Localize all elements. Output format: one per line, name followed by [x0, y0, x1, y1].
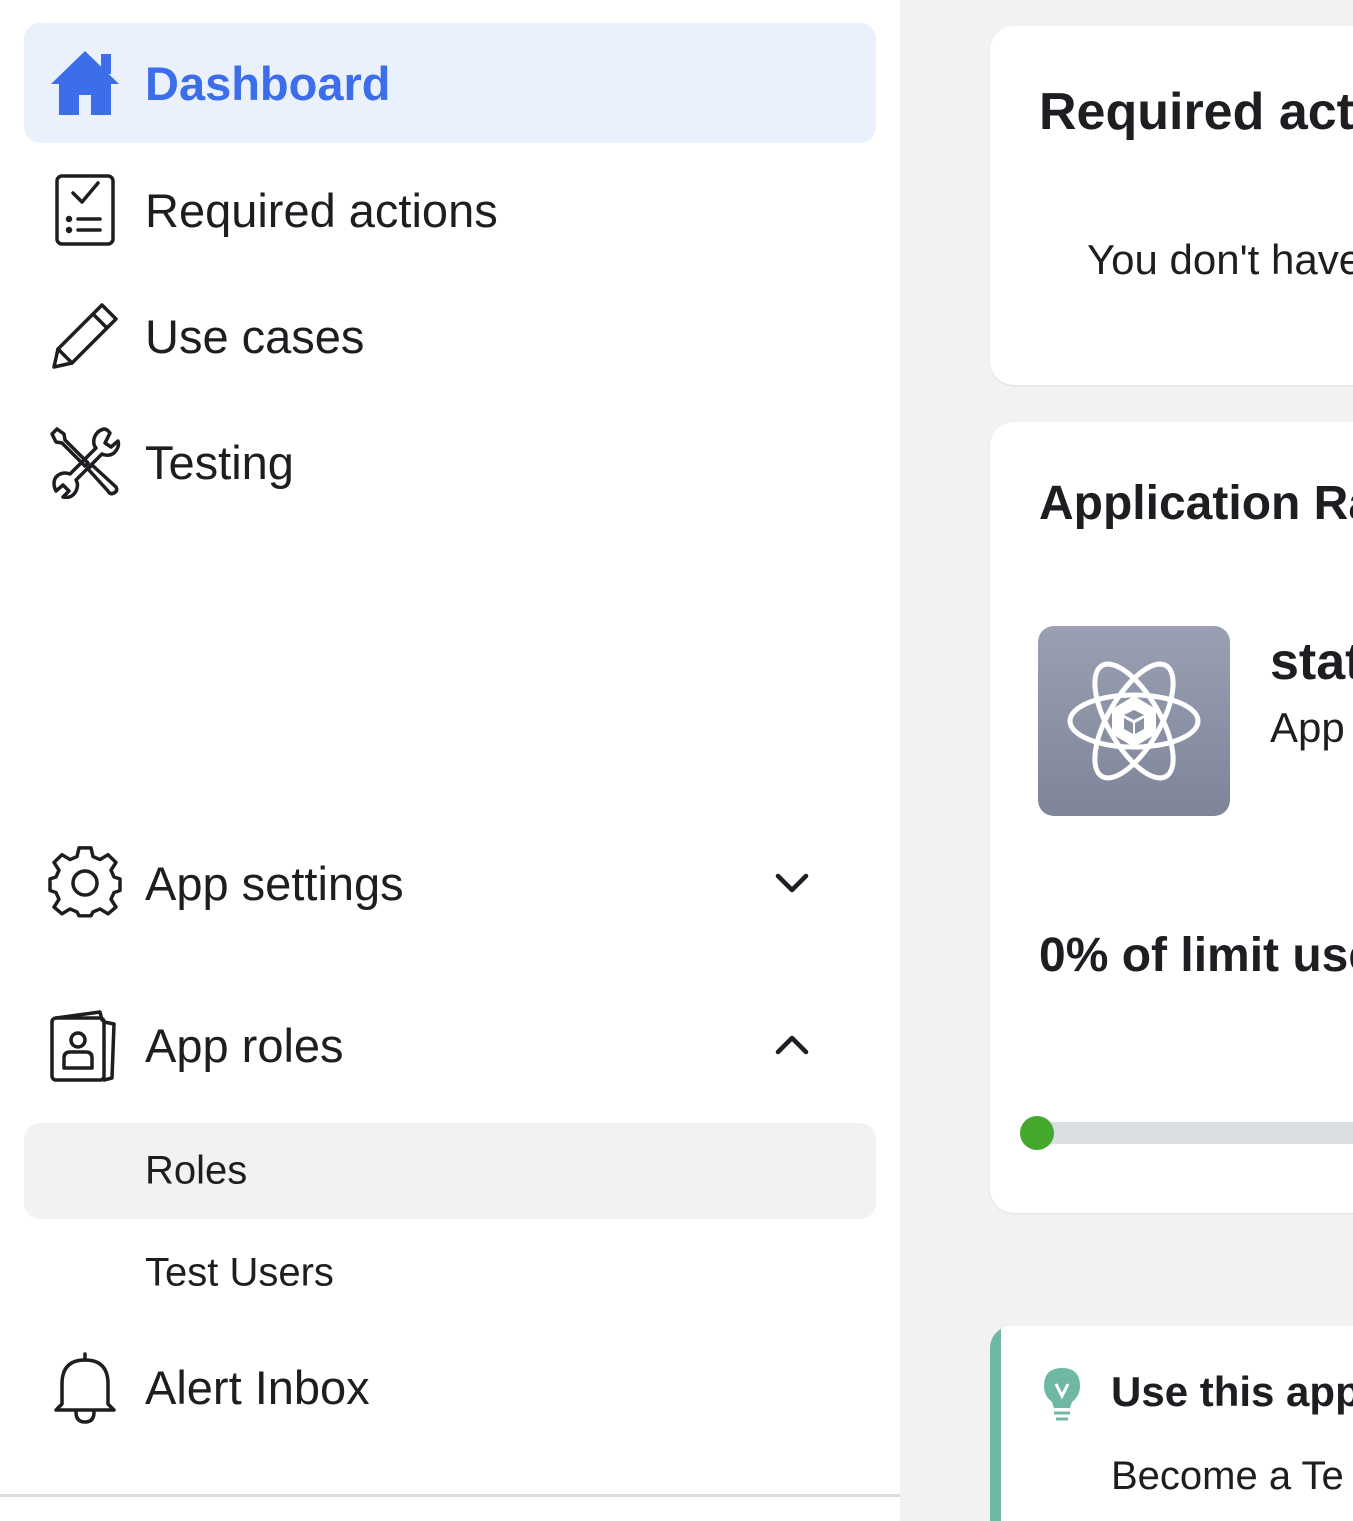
- empty-state-message: You don't have: [1087, 236, 1353, 283]
- tools-icon: [48, 425, 122, 499]
- id-badge-icon: [48, 1008, 122, 1082]
- app-name: stat: [1270, 633, 1353, 691]
- usage-label: 0% of limit use: [1039, 929, 1353, 982]
- gear-icon: [48, 846, 122, 920]
- tip-accent-bar: [990, 1326, 1001, 1521]
- sidebar-item-testing[interactable]: Testing: [24, 402, 876, 522]
- pencil-icon: [48, 299, 122, 373]
- sidebar-item-app-roles[interactable]: App roles: [24, 985, 876, 1105]
- app-subtitle: App: [1270, 704, 1345, 751]
- sidebar-item-dashboard[interactable]: Dashboard: [24, 23, 876, 143]
- app-dashboard-page: Dashboard Required actions Use cases Tes…: [0, 0, 1353, 1521]
- sidebar-subitem-label: Roles: [145, 1148, 248, 1193]
- sidebar-item-app-settings[interactable]: App settings: [24, 823, 876, 943]
- tip-body: Become a Te: [1111, 1454, 1344, 1498]
- chevron-up-icon[interactable]: [772, 1025, 812, 1065]
- required-actions-card: Required acti You don't have: [990, 26, 1353, 385]
- rate-limit-card: Application Ra stat App 0% of limit use: [990, 422, 1353, 1213]
- sidebar-subitem-test-users[interactable]: Test Users: [24, 1225, 876, 1321]
- lightbulb-icon: [1040, 1366, 1084, 1422]
- sidebar-subitem-label: Test Users: [145, 1250, 334, 1295]
- tip-title: Use this app: [1111, 1368, 1353, 1415]
- app-icon: [1038, 626, 1230, 816]
- chevron-down-icon[interactable]: [772, 863, 812, 903]
- sidebar-item-label: Dashboard: [145, 56, 391, 110]
- sidebar-item-label: Use cases: [145, 309, 365, 363]
- sidebar: Dashboard Required actions Use cases Tes…: [0, 0, 900, 1521]
- sidebar-item-label: App settings: [145, 856, 404, 910]
- house-icon: [48, 46, 122, 120]
- sidebar-item-label: App roles: [145, 1018, 344, 1072]
- sidebar-item-required-actions[interactable]: Required actions: [24, 150, 876, 270]
- sidebar-item-label: Required actions: [145, 183, 498, 237]
- card-title: Application Ra: [1039, 477, 1353, 530]
- sidebar-item-use-cases[interactable]: Use cases: [24, 276, 876, 396]
- sidebar-subitem-roles[interactable]: Roles: [24, 1123, 876, 1219]
- usage-progress-track: [1034, 1122, 1353, 1144]
- sidebar-divider: [0, 1494, 900, 1497]
- sidebar-item-label: Alert Inbox: [145, 1360, 370, 1414]
- sidebar-item-alert-inbox[interactable]: Alert Inbox: [24, 1327, 876, 1447]
- checklist-icon: [48, 173, 122, 247]
- sidebar-item-label: Testing: [145, 435, 294, 489]
- card-title: Required acti: [1039, 83, 1353, 141]
- tip-card: Use this app Become a Te: [990, 1326, 1353, 1521]
- bell-icon: [48, 1350, 122, 1424]
- usage-progress-indicator: [1020, 1116, 1054, 1150]
